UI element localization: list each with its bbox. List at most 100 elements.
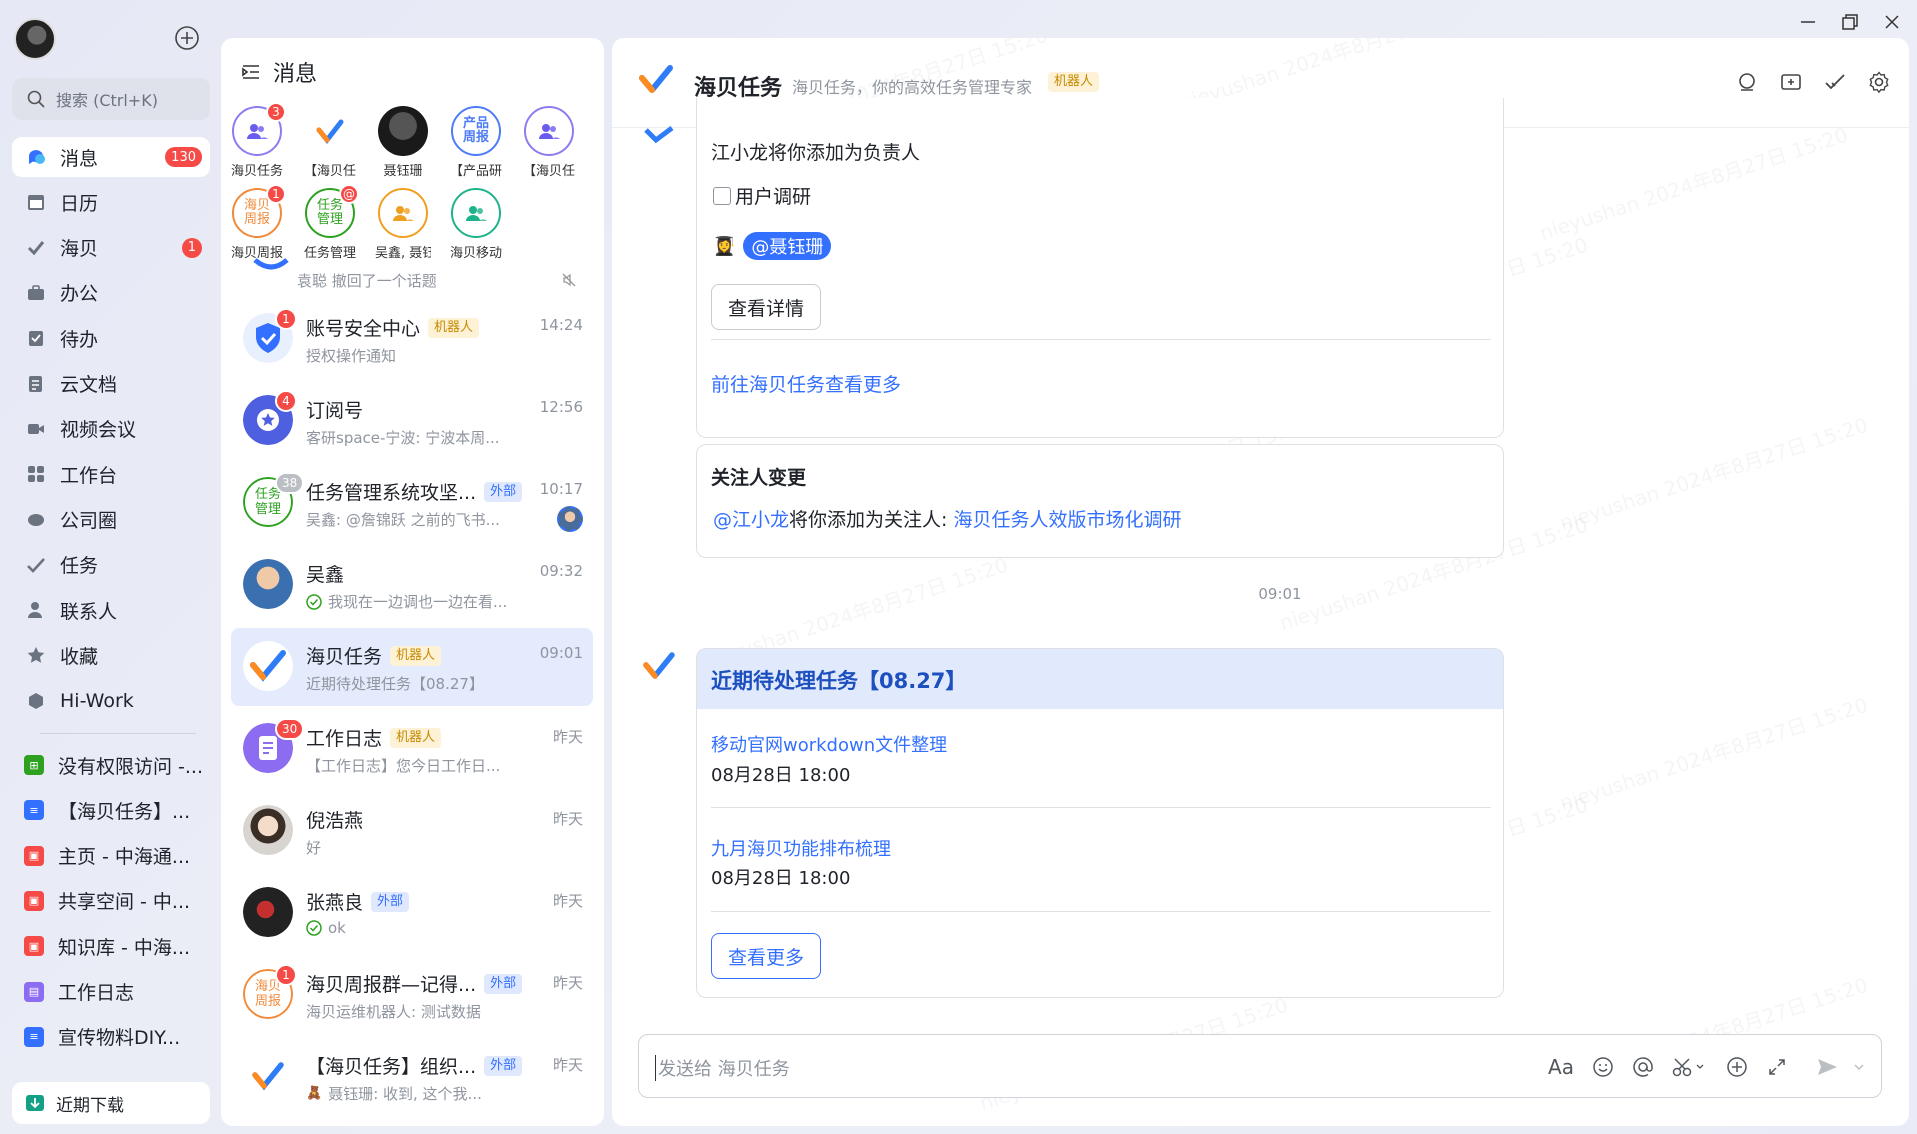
shortcut-item[interactable]: ▣ 知识库 - 中海... <box>24 928 204 964</box>
view-more-button[interactable]: 查看更多 <box>711 933 822 979</box>
add-circle-icon[interactable] <box>174 25 200 51</box>
chat-list-item[interactable]: 海贝任务 机器人 近期待处理任务【08.27】 09:01 <box>231 628 593 706</box>
unread-badge: 1 <box>275 308 297 330</box>
chat-preview-row: 海贝运维机器人: 测试数据 <box>306 1001 481 1022</box>
pinned-chat[interactable]: 任务 管理 @ 任务管理 <box>302 184 359 261</box>
chat-name: 工作日志 <box>306 728 383 750</box>
mention-chip[interactable]: @聂钰珊 <box>743 232 832 260</box>
send-icon[interactable] <box>1813 1053 1841 1081</box>
task-done-icon[interactable] <box>1823 70 1847 94</box>
chat-preview: ok <box>328 919 346 937</box>
pinned-chat[interactable]: 海贝移动 <box>448 188 504 261</box>
shortcut-label: 知识库 - 中海... <box>58 936 191 959</box>
hiwork-icon <box>26 691 46 711</box>
user-avatar[interactable] <box>14 18 56 60</box>
chat-name: 订阅号 <box>306 400 364 422</box>
nav-item-10[interactable]: 联系人 <box>12 590 210 630</box>
nav-item-12[interactable]: Hi-Work <box>12 681 210 721</box>
task-link-1[interactable]: 移动官网workdown文件整理 <box>711 731 947 757</box>
nav-item-6[interactable]: 视频会议 <box>12 409 210 449</box>
minimize-button[interactable] <box>1790 8 1826 36</box>
circle-icon <box>26 509 46 529</box>
nav-item-1[interactable]: 日历 <box>12 182 210 222</box>
video-icon <box>26 419 46 439</box>
unread-badge: 3 <box>266 102 286 122</box>
pinned-avatar <box>451 188 501 238</box>
shortcut-item[interactable]: ≡ 宣传物料DIY... <box>24 1019 204 1055</box>
more-in-haibei-link[interactable]: 前往海贝任务查看更多 <box>711 370 901 397</box>
task-divider <box>711 807 1491 808</box>
expand-icon[interactable] <box>1763 1053 1791 1081</box>
pinned-chat[interactable]: 产品 周报 【产品研 <box>448 106 504 179</box>
bot-tag: 机器人 <box>390 727 442 748</box>
search-placeholder: 搜索 (Ctrl+K) <box>56 91 158 110</box>
collapse-list-icon[interactable] <box>241 62 261 82</box>
shortcut-item[interactable]: ≡ 【海贝任务】... <box>24 792 204 828</box>
chat-preview-row: 客研space-宁波: 宁波本周... <box>306 427 500 448</box>
chat-list-item[interactable]: 1 账号安全中心 机器人 授权操作通知 14:24 <box>231 300 593 378</box>
chat-name-row: 张燕良 外部 <box>306 888 410 915</box>
search-box[interactable]: 搜索 (Ctrl+K) <box>12 78 210 120</box>
project-link[interactable]: 海贝任务人效版市场化调研 <box>953 509 1181 531</box>
shortcut-item[interactable]: ▣ 主页 - 中海通... <box>24 838 204 874</box>
search-history-icon[interactable] <box>1735 70 1759 94</box>
shortcut-item[interactable]: ⊞ 没有权限访问 -... <box>24 747 204 783</box>
chat-name: 倪浩燕 <box>306 810 364 832</box>
send-options-chevron-icon[interactable] <box>1845 1053 1873 1081</box>
partial-chat-item[interactable]: 袁聪 撤回了一个话题 <box>243 258 591 294</box>
nav-item-7[interactable]: 工作台 <box>12 454 210 494</box>
mention-icon[interactable] <box>1629 1053 1657 1081</box>
add-attachment-icon[interactable] <box>1723 1053 1751 1081</box>
pinned-label: 海贝任务 <box>230 164 283 179</box>
restore-button[interactable] <box>1832 8 1868 36</box>
haibei-logo-icon <box>639 65 673 93</box>
external-tag: 外部 <box>484 1055 523 1076</box>
task-checkbox-row[interactable]: 用户调研 <box>713 182 811 209</box>
read-check-icon <box>306 593 322 610</box>
nav-item-3[interactable]: 办公 <box>12 273 210 313</box>
settings-icon[interactable] <box>1867 70 1891 94</box>
pinned-chat[interactable]: 海贝 周报 1 海贝周报 <box>229 184 286 261</box>
chat-list-item[interactable]: 4 订阅号 客研space-宁波: 宁波本周... 12:56 <box>231 382 593 460</box>
nav-item-label: Hi-Work <box>60 689 134 712</box>
chat-name-row: 工作日志 机器人 <box>306 724 442 751</box>
pinned-chat[interactable]: 吴鑫, 聂钰 <box>375 188 431 261</box>
chat-list-item[interactable]: 海贝 周报 1 海贝周报群—记得... 外部 海贝运维机器人: 测试数据 昨天 <box>231 956 593 1034</box>
chat-list-item[interactable]: 吴鑫 我现在一边调也一边在看... 09:32 <box>231 546 593 624</box>
pinned-chat[interactable]: 聂钰珊 <box>375 106 431 179</box>
emoji-icon[interactable] <box>1589 1053 1617 1081</box>
view-details-button[interactable]: 查看详情 <box>711 284 822 330</box>
close-button[interactable] <box>1874 8 1910 36</box>
chat-list-item[interactable]: 【海贝任务】组织... 外部 🧸 聂钰珊: 收到, 这个我... 昨天 <box>231 1038 593 1116</box>
nav-item-5[interactable]: 云文档 <box>12 364 210 404</box>
message-input-placeholder[interactable]: 发送给 海贝任务 <box>655 1055 790 1081</box>
pinned-chat[interactable]: 【海贝任 <box>302 106 358 179</box>
nav-item-label: 云文档 <box>60 374 118 396</box>
mention-link[interactable]: @江小龙 <box>713 509 789 531</box>
mention-row: 👩‍🎓 @聂钰珊 <box>713 232 832 260</box>
shortcut-item[interactable]: ▣ 共享空间 - 中... <box>24 883 204 919</box>
nav-item-8[interactable]: 公司圈 <box>12 499 210 539</box>
nav-item-4[interactable]: 待办 <box>12 318 210 358</box>
text-format-icon[interactable]: Aa <box>1547 1053 1575 1081</box>
task-checkbox[interactable] <box>713 186 731 205</box>
chat-list-item[interactable]: 30 工作日志 机器人 【工作日志】您今日工作日... 昨天 <box>231 710 593 788</box>
pinned-chat[interactable]: 3 海贝任务 <box>229 102 286 179</box>
pinned-chat[interactable]: 【海贝任 <box>521 106 577 179</box>
shortcut-item[interactable]: ▤ 工作日志 <box>24 974 204 1010</box>
doc-shortcut-icon: ≡ <box>24 1026 44 1047</box>
chat-list-item[interactable]: 倪浩燕好 昨天 <box>231 792 593 870</box>
nav-item-2[interactable]: 海贝 1 <box>12 228 210 268</box>
message-input-box[interactable]: 发送给 海贝任务 Aa <box>638 1034 1882 1098</box>
add-to-group-icon[interactable] <box>1779 70 1803 94</box>
task-link-2[interactable]: 九月海贝功能排布梳理 <box>711 835 891 861</box>
nav-item-0[interactable]: 消息 130 <box>12 137 210 177</box>
screenshot-icon[interactable] <box>1669 1053 1709 1081</box>
unread-badge: 4 <box>275 390 297 412</box>
recent-downloads-button[interactable]: 近期下载 <box>12 1082 210 1124</box>
chat-list-item[interactable]: 张燕良 外部 ok 昨天 <box>231 874 593 952</box>
doc-icon <box>26 374 46 394</box>
chat-list-item[interactable]: 任务 管理 38 任务管理系统攻坚... 外部 吴鑫: @詹锦跃 之前的飞书... 10:… <box>231 464 593 542</box>
nav-item-9[interactable]: 任务 <box>12 545 210 585</box>
nav-item-11[interactable]: 收藏 <box>12 635 210 675</box>
